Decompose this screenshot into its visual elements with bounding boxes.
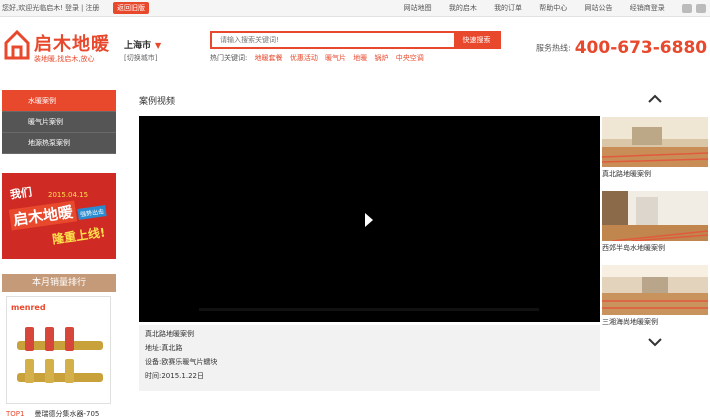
brand-slogan: 装地暖,找启木,放心 xyxy=(34,55,95,63)
case-category-menu: 水暖案例 暖气片案例 地源热泵案例 xyxy=(2,90,116,154)
video-progress-bar[interactable] xyxy=(199,308,539,311)
banner-date: 2015.04.15 xyxy=(48,191,89,199)
case-equipment: 设备:欧赛乐暖气片蠕块 xyxy=(145,358,218,366)
rank-number: TOP1 xyxy=(6,410,25,418)
city-selector[interactable]: 上海市 ▼ xyxy=(124,38,161,51)
case-info: 真北路地暖案例 地址:真北路 设备:欧赛乐暖气片蠕块 时间:2015.1.22日 xyxy=(139,325,600,391)
hot-keyword[interactable]: 中央空调 xyxy=(396,54,424,62)
greeting-text: 您好,欢迎光临启木! xyxy=(2,4,64,12)
help-center-link[interactable]: 帮助中心 xyxy=(539,4,567,12)
hot-keywords: 热门关键词: 地暖套餐 优惠活动 暖气片 地暖 锅炉 中央空调 xyxy=(210,53,424,63)
valve-icon xyxy=(45,359,54,383)
chevron-down-icon[interactable] xyxy=(648,335,662,349)
hot-keyword[interactable]: 锅炉 xyxy=(375,54,389,62)
thumbnail-item[interactable]: 西郊半岛水地暖案例 xyxy=(601,190,709,264)
my-orders-link[interactable]: 我的订单 xyxy=(494,4,522,12)
section-title: 案例视频 xyxy=(139,97,176,107)
hot-keyword[interactable]: 地暖套餐 xyxy=(255,54,283,62)
brand-name: 启木地暖 xyxy=(34,34,110,55)
hot-keywords-label: 热门关键词: xyxy=(210,54,248,62)
login-link[interactable]: 登录 xyxy=(65,4,79,12)
rank-product-name: 曼瑞德分集水器-705 xyxy=(34,410,100,418)
hot-keyword[interactable]: 暖气片 xyxy=(325,54,346,62)
case-photo xyxy=(602,117,708,167)
caret-down-icon: ▼ xyxy=(155,41,162,50)
case-thumbnails: 真北路地暖案例 西郊半岛水地暖案例 三湘海尚地暖案例 xyxy=(601,116,709,338)
case-time: 时间:2015.1.22日 xyxy=(145,372,204,380)
thumbnail-caption: 真北路地暖案例 xyxy=(602,170,651,178)
top-bar-left: 您好,欢迎光临启木! 登录 | 注册 xyxy=(2,0,101,17)
sidebar-item-hydronic-cases[interactable]: 水暖案例 xyxy=(2,91,116,112)
register-link[interactable]: 注册 xyxy=(85,4,99,12)
service-hotline: 服务热线: 400-673-6880 xyxy=(536,38,707,58)
valve-icon xyxy=(25,359,34,383)
play-icon[interactable] xyxy=(365,213,373,227)
valve-icon xyxy=(65,327,74,351)
product-image[interactable]: menred xyxy=(6,296,111,404)
site-map-link[interactable]: 网站地图 xyxy=(404,4,432,12)
banner-tag: 强势出击 xyxy=(77,205,107,220)
hot-keyword[interactable]: 地暖 xyxy=(353,54,367,62)
weibo-icon[interactable] xyxy=(696,3,706,13)
hot-keyword[interactable]: 优惠活动 xyxy=(290,54,318,62)
search-button[interactable]: 快速搜索 xyxy=(454,33,499,47)
thumbnail-item[interactable]: 三湘海尚地暖案例 xyxy=(601,264,709,338)
case-name: 真北路地暖案例 xyxy=(145,330,194,338)
announcements-link[interactable]: 网站公告 xyxy=(585,4,613,12)
valve-icon xyxy=(45,327,54,351)
hotline-label: 服务热线: xyxy=(536,43,571,53)
thumbnail-caption: 西郊半岛水地暖案例 xyxy=(602,244,665,252)
city-switch-link[interactable]: [切换城市] xyxy=(124,53,157,63)
banner-text: 我们 xyxy=(9,185,33,202)
hotline-number: 400-673-6880 xyxy=(574,38,708,58)
banner-brand: 启木地暖 xyxy=(8,200,78,231)
thumbnail-item[interactable]: 真北路地暖案例 xyxy=(601,116,709,190)
case-photo xyxy=(602,265,708,315)
promo-banner[interactable]: 我们 2015.04.15 启木地暖 强势出击 隆重上线! xyxy=(2,173,116,259)
top-bar-links: 网站地图 我的启木 我的订单 帮助中心 网站公告 经销商登录 xyxy=(389,0,706,17)
dealer-login-link[interactable]: 经销商登录 xyxy=(630,4,665,12)
city-name: 上海市 xyxy=(124,41,152,51)
valve-icon xyxy=(65,359,74,383)
my-account-link[interactable]: 我的启木 xyxy=(449,4,477,12)
separator: | xyxy=(81,4,84,12)
valve-icon xyxy=(25,327,34,351)
sidebar-item-heat-pump-cases[interactable]: 地源热泵案例 xyxy=(2,133,116,154)
header: 启木地暖 装地暖,找启木,放心 上海市▼ [切换城市] 快速搜索 热门关键词: … xyxy=(0,18,710,76)
house-logo-icon xyxy=(4,30,30,60)
search-input[interactable] xyxy=(212,33,455,47)
banner-slogan: 隆重上线! xyxy=(51,225,107,247)
chevron-up-icon[interactable] xyxy=(648,92,662,106)
logo[interactable]: 启木地暖 装地暖,找启木,放心 xyxy=(4,30,112,72)
case-photo xyxy=(602,191,708,241)
sales-ranking-title: 本月销量排行 xyxy=(2,274,116,292)
wechat-icon[interactable] xyxy=(682,3,692,13)
video-player[interactable] xyxy=(139,116,600,322)
case-address: 地址:真北路 xyxy=(145,344,183,352)
product-brand-logo: menred xyxy=(11,303,46,312)
search-box: 快速搜索 xyxy=(210,31,501,49)
thumbnail-caption: 三湘海尚地暖案例 xyxy=(602,318,658,326)
top-bar: 您好,欢迎光临启木! 登录 | 注册 返回旧版 网站地图 我的启木 我的订单 帮助中心… xyxy=(0,0,710,17)
old-version-button[interactable]: 返回旧版 xyxy=(113,2,149,14)
sidebar-item-radiator-cases[interactable]: 暖气片案例 xyxy=(2,112,116,133)
